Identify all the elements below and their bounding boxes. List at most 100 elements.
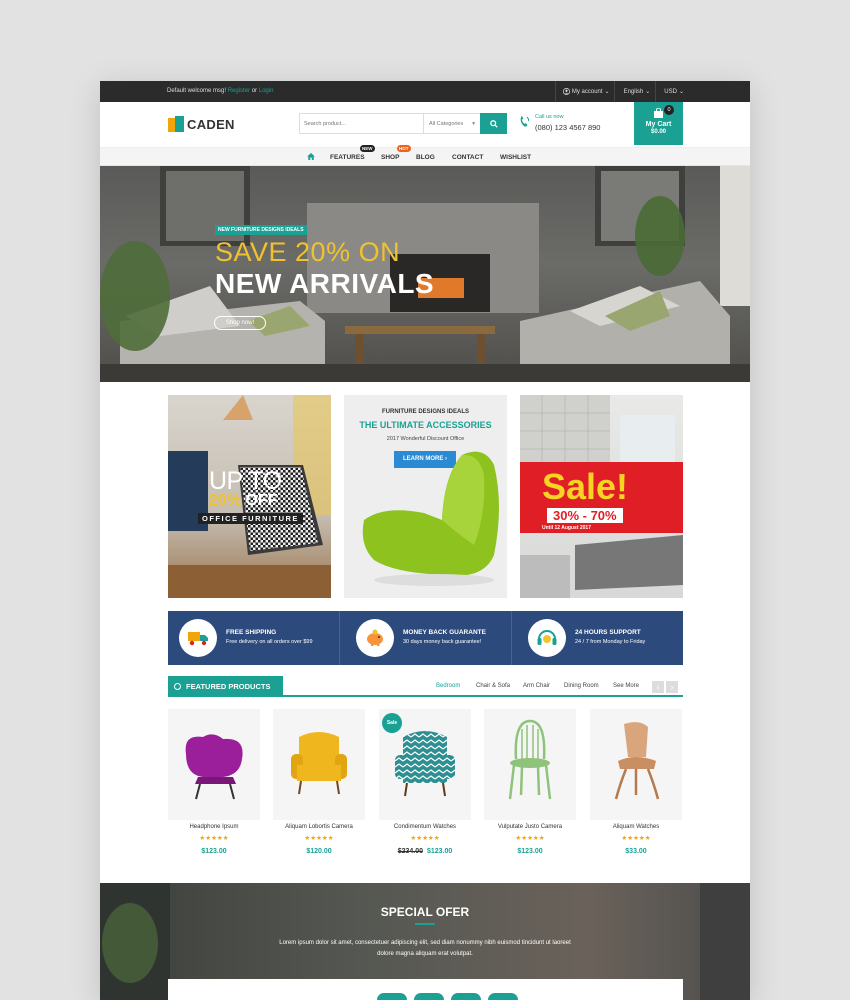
nav-item-wishlist[interactable]: WISHLIST (500, 154, 531, 161)
welcome-text: Default welcome msg! (167, 88, 227, 94)
user-icon (562, 88, 570, 95)
product-card[interactable]: Vulputate Justo Camera ★★★★★ $123.00 (484, 709, 576, 855)
cart-amount: $0.00 (650, 129, 666, 135)
nav-item-shop[interactable]: SHOP (381, 154, 399, 161)
office-furniture-banner[interactable]: UP TO 20% OFF OFFICE FURNITURE (168, 395, 331, 598)
product-name[interactable]: Aliquam Lobortis Camera (273, 824, 365, 830)
sale-until: Until 12 August 2017 (542, 525, 591, 531)
truck-icon (179, 619, 217, 657)
featured-title-text: FEATURED PRODUCTS (186, 682, 271, 691)
tab-arm-chair[interactable]: Arm Chair (523, 683, 550, 689)
shop-now-button[interactable]: Shop now! (214, 316, 266, 330)
tab-bedroom[interactable]: Bedroom (436, 683, 460, 689)
tab-see-more[interactable]: See More (613, 683, 639, 689)
language-dropdown[interactable]: English ⌄ (623, 88, 651, 96)
banner-subtitle: OFFICE FURNITURE (198, 513, 303, 524)
discount-percent: 20% (209, 492, 242, 509)
product-price: $123.00 (484, 848, 576, 855)
category-select[interactable]: All Categories ▾ (423, 114, 480, 133)
product-card[interactable]: Aliquam Lobortis Camera ★★★★★ $120.00 (273, 709, 365, 855)
price-current: $33.00 (625, 848, 647, 855)
prev-arrow-button[interactable]: ‹ (652, 681, 664, 693)
search-input[interactable] (300, 114, 423, 133)
special-offer-section: SPECIAL OFER Lorem ipsum dolor sit amet,… (100, 883, 750, 1000)
product-image[interactable]: Sale (379, 709, 471, 820)
product-card[interactable]: Aliquam Watches ★★★★★ $33.00 (590, 709, 682, 855)
nav-item-features[interactable]: FEATURES (330, 154, 365, 161)
call-us: Call us now (080) 123 4567 890 (519, 114, 600, 132)
price-old: $234.00 (397, 848, 423, 855)
divider (555, 81, 556, 102)
nav-item-contact[interactable]: CONTACT (452, 154, 483, 161)
or-text: or (251, 88, 258, 94)
special-title: SPECIAL OFER (380, 905, 470, 919)
hero-label: NEW FURNITURE DESIGNS IDEALS (215, 225, 307, 235)
service-title: MONEY BACK GUARANTE (403, 629, 486, 636)
phone-icon (520, 116, 530, 127)
chevron-down-icon: ⌄ (604, 89, 610, 95)
cart-count-badge: 0 (664, 105, 674, 115)
nav-item-blog[interactable]: BLOG (416, 154, 435, 161)
chevron-down-icon: ▾ (472, 121, 475, 127)
register-link[interactable]: Register (228, 88, 250, 94)
price-current: $123.00 (427, 848, 453, 855)
call-label: Call us now (535, 114, 564, 120)
search-icon (489, 119, 498, 128)
cart-label: My Cart (645, 121, 672, 128)
product-name[interactable]: Condimentum Watches (379, 824, 471, 830)
sale-percent: 30% - 70% (547, 508, 623, 523)
headset-icon (528, 619, 566, 657)
page: Default welcome msg! Register or Login M… (100, 81, 750, 1000)
new-tag: NEW (360, 145, 375, 152)
header: CADEN All Categories ▾ Call us now (080)… (100, 102, 750, 147)
learn-more-button[interactable]: LEARN MORE › (394, 451, 456, 468)
circle-arrow-icon (174, 683, 181, 690)
tab-dining-room[interactable]: Dining Room (564, 683, 599, 689)
cart-button[interactable]: 0 My Cart $0.00 (634, 102, 683, 145)
product-card[interactable]: Headphone Ipsum ★★★★★ $123.00 (168, 709, 260, 855)
next-arrow-button[interactable]: › (666, 681, 678, 693)
countdown-box (414, 993, 444, 1000)
countdown-box (488, 993, 518, 1000)
login-link[interactable]: Login (259, 88, 274, 94)
price-current: $123.00 (201, 848, 227, 855)
service-desc: Free delivery on all orders over $99 (226, 639, 313, 645)
service-desc: 30 days money back guarantee! (403, 639, 482, 645)
home-icon[interactable] (307, 153, 315, 160)
accessories-banner[interactable]: FURNITURE DESIGNS IDEALS THE ULTIMATE AC… (344, 395, 507, 598)
rating-stars: ★★★★★ (515, 835, 545, 842)
account-dropdown[interactable]: My account ⌄ (562, 88, 610, 95)
logo-text: CADEN (187, 116, 235, 132)
chevron-down-icon: ⌄ (645, 89, 651, 95)
product-image[interactable] (484, 709, 576, 820)
banner-title: THE ULTIMATE ACCESSORIES (359, 420, 492, 430)
special-description: Lorem ipsum dolor sit amet, consectetuer… (265, 938, 585, 960)
product-name[interactable]: Aliquam Watches (590, 824, 682, 830)
product-image[interactable] (590, 709, 682, 820)
learn-more-label: LEARN MORE (402, 456, 444, 462)
rating-stars: ★★★★★ (304, 835, 334, 842)
product-image[interactable] (273, 709, 365, 820)
service-money-back: MONEY BACK GUARANTE 30 days money back g… (345, 611, 516, 665)
currency-dropdown[interactable]: USD ⌄ (664, 88, 684, 96)
piggy-bank-icon (356, 619, 394, 657)
product-card[interactable]: Sale Condimentum Watches ★★★★★ $234.00 $1… (379, 709, 471, 855)
rating-stars: ★★★★★ (621, 835, 651, 842)
product-image[interactable] (168, 709, 260, 820)
hero-heading-line1: SAVE 20% ON (215, 237, 401, 267)
product-name[interactable]: Vulputate Justo Camera (484, 824, 576, 830)
search-button[interactable] (480, 113, 507, 134)
banner-discount: 20% OFF (209, 492, 277, 510)
sale-badge: Sale (382, 713, 402, 733)
hero-slider: NEW FURNITURE DESIGNS IDEALS SAVE 20% ON… (100, 166, 750, 382)
product-price: $120.00 (273, 848, 365, 855)
logo[interactable]: CADEN (168, 116, 235, 132)
product-name[interactable]: Headphone Ipsum (168, 824, 260, 830)
tab-chair-sofa[interactable]: Chair & Sofa (476, 683, 510, 689)
sale-banner[interactable]: Sale! 30% - 70% Until 12 August 2017 (520, 395, 683, 598)
title-underline (415, 923, 435, 925)
product-price: $123.00 (168, 848, 260, 855)
price-current: $123.00 (517, 848, 543, 855)
language-label: English (623, 88, 644, 95)
chevron-down-icon: ⌄ (678, 89, 684, 95)
